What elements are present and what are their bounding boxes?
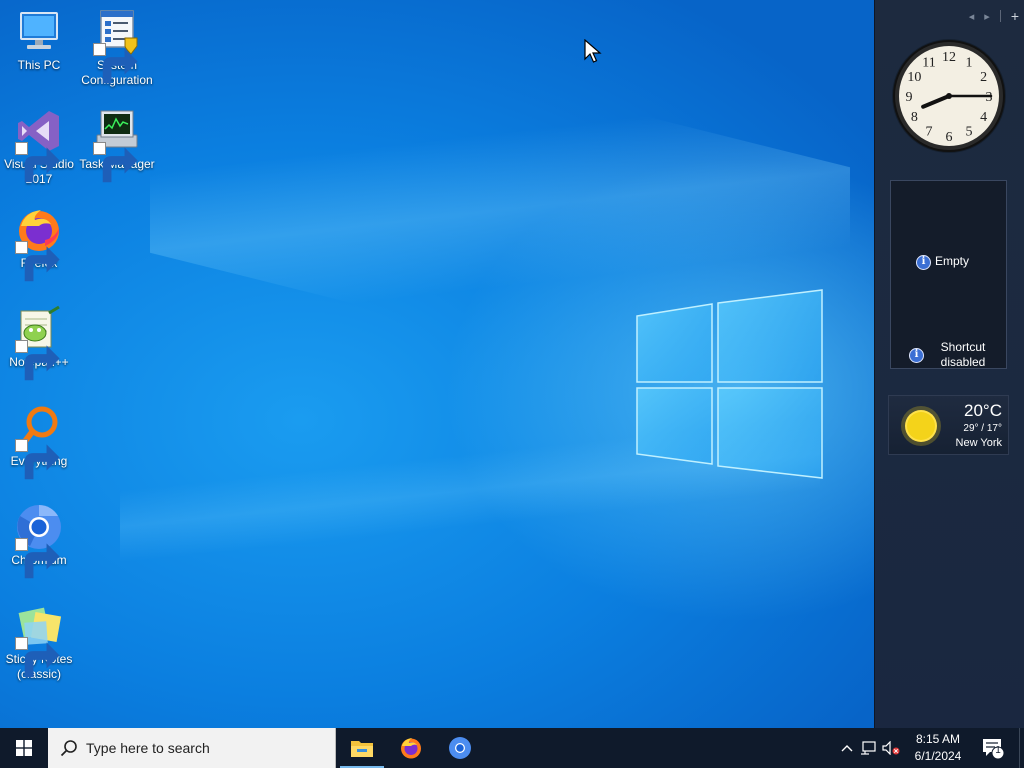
weather-city: New York <box>955 437 1002 449</box>
sidebar-controls: ◂ ▸ + <box>969 8 1019 24</box>
slideshow-status-text: Empty <box>935 254 970 268</box>
taskbar-date: 6/1/2024 <box>914 749 962 763</box>
shortcut-arrow-icon <box>15 241 60 282</box>
clock-numeral: 10 <box>907 70 921 85</box>
volume-muted-icon <box>882 741 900 755</box>
slideshow-empty-status: i Empty <box>916 254 969 270</box>
search-placeholder: Type here to search <box>86 740 210 756</box>
chromium-icon <box>449 737 471 759</box>
clock-numeral: 11 <box>922 55 935 70</box>
shortcut-arrow-icon <box>15 340 60 381</box>
desktop-icon-notepad-plus-plus[interactable]: Notepad++ <box>0 305 78 381</box>
action-center-button[interactable]: 1 <box>982 738 1006 765</box>
chevron-up-icon <box>841 745 853 752</box>
sunny-weather-icon <box>901 406 941 446</box>
taskbar-file-explorer[interactable] <box>338 728 386 768</box>
network-button[interactable] <box>856 741 880 755</box>
clock-numeral: 6 <box>946 130 953 145</box>
desktop-icon-task-manager[interactable]: Task Manager <box>78 107 156 183</box>
windows-logo-wallpaper-icon <box>636 289 823 479</box>
desktop-icon-sticky-notes[interactable]: Sticky Notes (classic) <box>0 602 78 682</box>
clock-numeral: 8 <box>911 110 918 125</box>
windows-start-icon <box>16 740 32 756</box>
shortcut-arrow-icon <box>15 538 60 579</box>
taskbar-clock[interactable]: 8:15 AM 6/1/2024 <box>906 731 970 765</box>
info-icon: i <box>909 348 924 363</box>
start-button[interactable] <box>0 728 48 768</box>
notification-count: 1 <box>995 745 1001 756</box>
clock-numeral: 12 <box>942 50 956 65</box>
shortcut-arrow-icon <box>93 142 138 183</box>
show-hidden-icons-button[interactable] <box>838 744 856 752</box>
slideshow-shortcut-status: i Shortcut disabled <box>909 340 998 370</box>
shortcut-arrow-icon <box>93 43 138 84</box>
weather-temperature: 20°C <box>964 401 1002 420</box>
slideshow-shortcut-text: Shortcut disabled <box>940 340 986 369</box>
desktop-icon-this-pc[interactable]: This PC <box>0 8 78 73</box>
clock-numeral: 5 <box>966 125 973 140</box>
clock-numeral: 3 <box>986 90 993 105</box>
shortcut-arrow-icon <box>15 142 60 183</box>
weather-range: 29° / 17° <box>963 423 1002 434</box>
desktop-icon-everything[interactable]: Everything <box>0 404 78 480</box>
desktop-icon-chromium[interactable]: Chromium <box>0 503 78 579</box>
weather-gadget[interactable]: 20°C 29° / 17° New York <box>888 395 1009 455</box>
sidebar-controls-divider <box>999 10 1001 22</box>
gadget-sidebar: ◂ ▸ + 1 2 3 4 5 6 7 8 9 10 11 12 i Empty i Shortcut… <box>874 0 1024 728</box>
volume-button[interactable] <box>880 741 902 755</box>
clock-gadget[interactable]: 1234567891011 12 <box>889 38 1009 158</box>
desktop-icon-label: This PC <box>17 58 61 72</box>
show-desktop-button[interactable] <box>1019 728 1024 768</box>
clock-numeral: 1 <box>966 55 973 70</box>
sidebar-prev-button[interactable]: ◂ <box>969 10 975 23</box>
info-icon: i <box>916 255 931 270</box>
slideshow-gadget[interactable]: i Empty i Shortcut disabled <box>890 180 1007 369</box>
file-explorer-icon <box>351 741 373 757</box>
network-icon <box>861 741 876 755</box>
taskbar-search-box[interactable]: Type here to search <box>48 728 336 768</box>
desktop-icon-system-configuration[interactable]: System Configuration <box>78 8 156 88</box>
taskbar: Type here to search 8:15 AM 6/1/2024 1 <box>0 728 1024 768</box>
add-gadget-button[interactable]: + <box>1011 8 1019 24</box>
clock-numeral: 7 <box>926 125 933 140</box>
desktop-icon-visual-studio[interactable]: Visual Studio 2017 <box>0 107 78 187</box>
clock-numeral: 4 <box>980 110 987 125</box>
taskbar-time: 8:15 AM <box>915 732 961 746</box>
shortcut-arrow-icon <box>15 637 60 678</box>
this-pc-icon <box>20 12 58 49</box>
taskbar-chromium[interactable] <box>436 728 484 768</box>
system-tray <box>838 728 902 768</box>
desktop-icon-firefox[interactable]: Firefox <box>0 206 78 282</box>
shortcut-arrow-icon <box>15 439 60 480</box>
firefox-icon <box>401 738 421 759</box>
mouse-cursor-icon <box>584 39 602 63</box>
taskbar-firefox[interactable] <box>387 728 435 768</box>
sidebar-next-button[interactable]: ▸ <box>984 10 990 23</box>
search-icon <box>60 739 78 757</box>
clock-numeral: 9 <box>906 90 913 105</box>
clock-numeral: 2 <box>980 70 987 85</box>
